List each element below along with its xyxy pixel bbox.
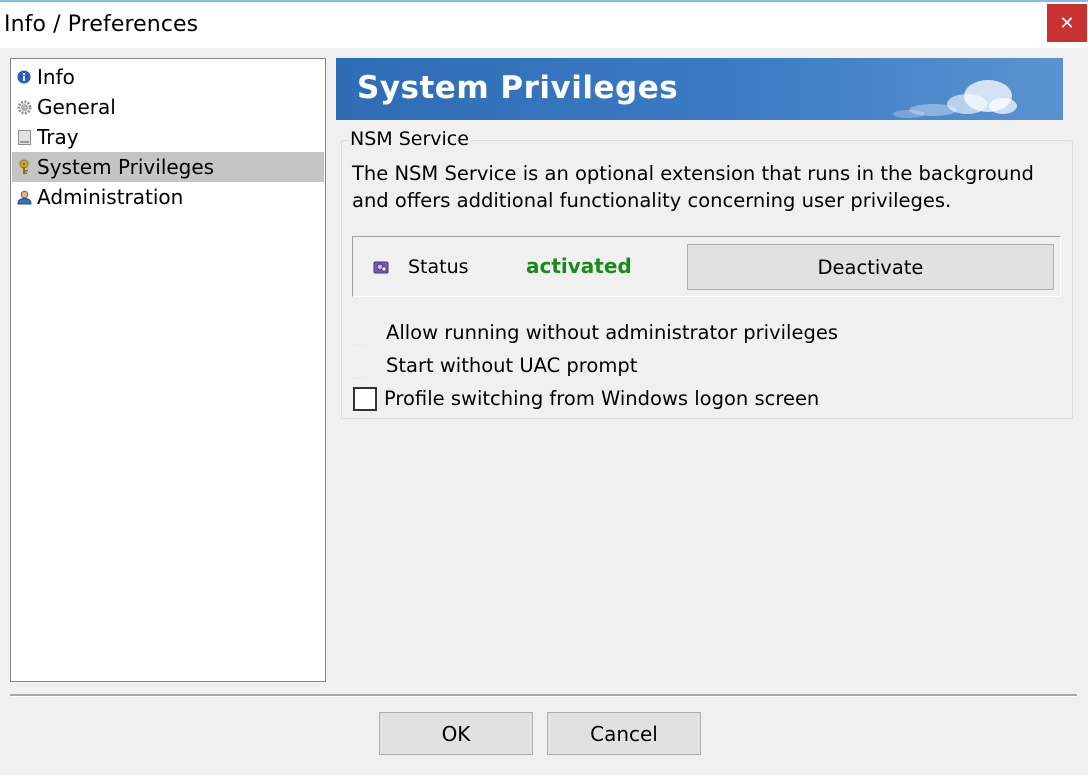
nav-item-label: Info [37,65,75,89]
cloud-icon [893,80,1017,118]
allow-no-admin-label: Allow running without administrator priv… [386,321,839,344]
nav-item-label: Administration [37,185,184,209]
nav-tree: Info General Tray System Privileges Admi… [10,58,326,682]
start-no-uac-checkbox[interactable] [353,377,365,379]
window-title: Info / Preferences [4,12,199,37]
allow-no-admin-checkbox[interactable] [353,344,365,346]
deactivate-button[interactable]: Deactivate [687,244,1054,290]
cancel-button[interactable]: Cancel [547,712,701,755]
nav-item-label: System Privileges [37,155,215,179]
status-label: Status [408,256,469,278]
nav-item-general[interactable]: General [12,92,324,122]
service-icon [373,259,389,279]
close-button[interactable]: ✕ [1047,4,1087,42]
user-icon [16,189,32,205]
nav-item-system-privileges[interactable]: System Privileges [12,152,324,182]
start-no-uac-label: Start without UAC prompt [386,354,638,377]
status-value: activated [526,254,632,278]
gear-icon [16,99,32,115]
page-banner: System Privileges [336,58,1063,120]
close-icon: ✕ [1059,12,1075,34]
tray-icon [16,129,32,145]
footer-separator [10,694,1077,697]
nav-item-label: General [37,95,116,119]
nsm-description: The NSM Service is an optional extension… [352,162,1034,212]
info-icon [16,69,32,85]
nav-item-label: Tray [37,125,79,149]
profile-switching-checkbox[interactable] [353,387,377,411]
nav-item-administration[interactable]: Administration [12,182,324,212]
ok-button[interactable]: OK [379,712,533,755]
group-title: NSM Service [348,128,471,150]
page-title: System Privileges [357,70,679,106]
profile-switching-label: Profile switching from Windows logon scr… [384,387,820,410]
nav-item-info[interactable]: Info [12,62,324,92]
title-bar: Info / Preferences [0,0,1088,48]
key-icon [16,159,32,175]
nav-item-tray[interactable]: Tray [12,122,324,152]
